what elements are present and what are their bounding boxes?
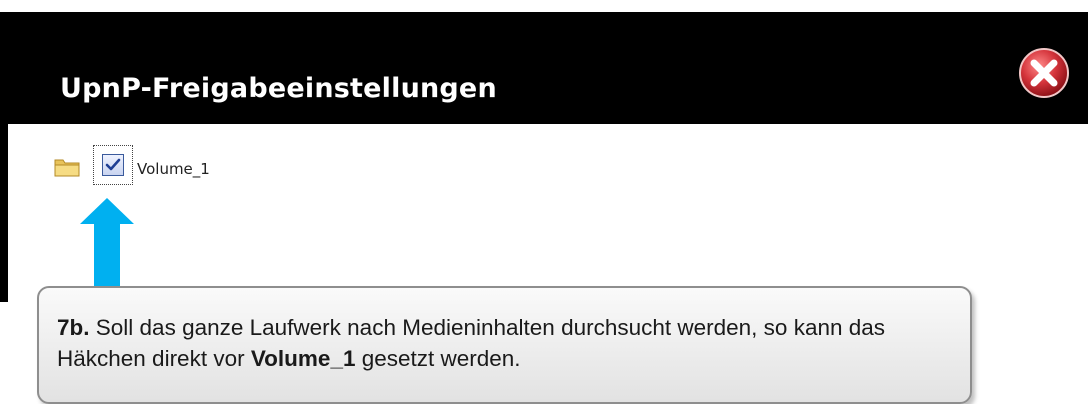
annotation-emphasis: Volume_1 [250, 346, 356, 371]
dialog-title-bar [8, 20, 1088, 124]
dialog-content [8, 124, 1088, 302]
annotation-text: 7b. Soll das ganze Laufwerk nach Medieni… [57, 312, 957, 374]
close-icon [1019, 48, 1069, 98]
checkmark-icon [105, 158, 121, 171]
folder-icon [54, 156, 80, 178]
annotation-text-part-2: gesetzt werden. [355, 346, 521, 371]
close-button[interactable] [1018, 47, 1070, 99]
dialog-title: UpnP-Freigabeeinstellungen [60, 73, 497, 104]
annotation-callout: 7b. Soll das ganze Laufwerk nach Medieni… [37, 286, 972, 404]
annotation-step: 7b. [57, 315, 90, 340]
volume-label[interactable]: Volume_1 [137, 160, 210, 178]
volume-checkbox[interactable] [102, 154, 124, 176]
